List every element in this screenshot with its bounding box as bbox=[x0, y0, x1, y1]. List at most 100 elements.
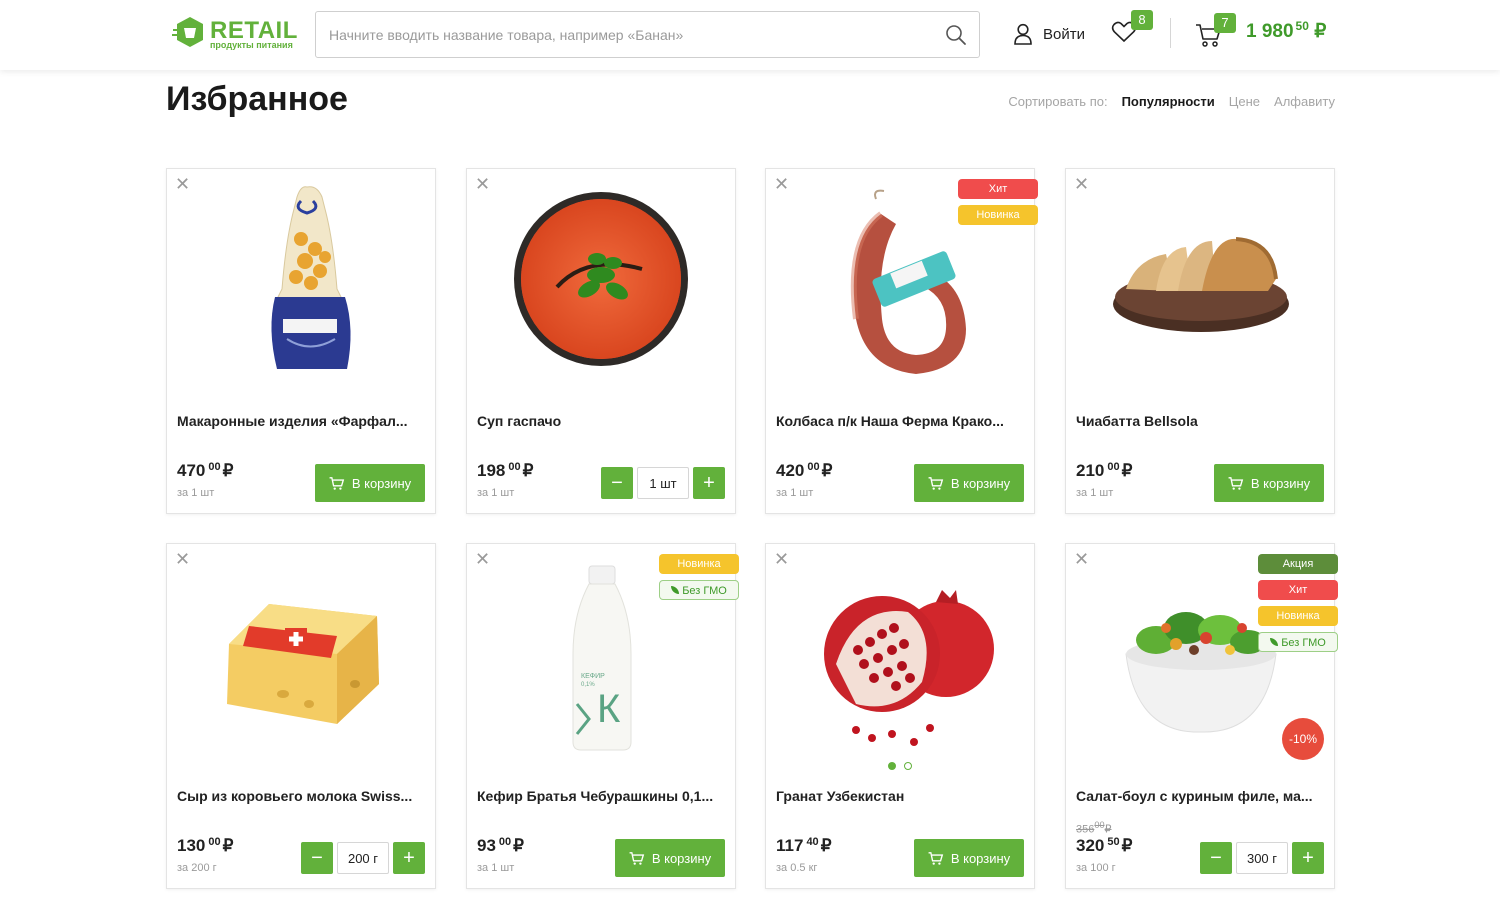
search-icon[interactable] bbox=[945, 24, 967, 46]
gallery-dot-active[interactable] bbox=[888, 762, 896, 770]
cart-button[interactable]: 7 bbox=[1195, 13, 1236, 48]
bottle-letter: К bbox=[597, 687, 621, 731]
product-name[interactable]: Колбаса п/к Наша Ферма Крако... bbox=[776, 413, 1026, 429]
increase-button[interactable]: + bbox=[393, 842, 425, 874]
favorites-button[interactable]: 8 bbox=[1111, 10, 1153, 46]
product-price: 130 00 ₽ bbox=[177, 836, 234, 855]
quantity-value[interactable]: 300 г bbox=[1236, 842, 1288, 874]
tag-sale: Акция bbox=[1258, 554, 1338, 574]
product-name[interactable]: Макаронные изделия «Фарфал... bbox=[177, 413, 427, 429]
gallery-dot[interactable] bbox=[904, 762, 912, 770]
product-card[interactable]: ✕ Суп гаспачо 198 00 ₽ за 1 шт − 1 шт + bbox=[466, 168, 736, 514]
cart-total-cents: 50 bbox=[1295, 19, 1309, 33]
product-unit: за 1 шт bbox=[177, 487, 215, 499]
header: RETAIL продукты питания Войти 8 7 1 9805… bbox=[0, 0, 1500, 70]
decrease-button[interactable]: − bbox=[301, 842, 333, 874]
add-to-cart-button[interactable]: В корзину bbox=[615, 839, 725, 877]
decrease-button[interactable]: − bbox=[1200, 842, 1232, 874]
product-unit: за 1 шт bbox=[776, 487, 814, 499]
product-card[interactable]: ✕ Сыр из коровьего молока Swiss... 130 00… bbox=[166, 543, 436, 889]
sort-option-price[interactable]: Цене bbox=[1229, 94, 1260, 109]
currency-sign: ₽ bbox=[1314, 21, 1327, 42]
tag-new: Новинка bbox=[1258, 606, 1338, 626]
sort-bar: Сортировать по: Популярности Цене Алфави… bbox=[1008, 94, 1335, 109]
product-price: 198 00 ₽ bbox=[477, 461, 534, 480]
remove-favorite-icon[interactable]: ✕ bbox=[774, 550, 789, 568]
remove-favorite-icon[interactable]: ✕ bbox=[175, 550, 190, 568]
product-name[interactable]: Суп гаспачо bbox=[477, 413, 727, 429]
product-name[interactable]: Сыр из коровьего молока Swiss... bbox=[177, 788, 427, 804]
remove-favorite-icon[interactable]: ✕ bbox=[774, 175, 789, 193]
cart-total-main: 1 980 bbox=[1246, 21, 1294, 42]
cart-count-badge: 7 bbox=[1214, 13, 1236, 33]
remove-favorite-icon[interactable]: ✕ bbox=[1074, 175, 1089, 193]
tag-new: Новинка bbox=[659, 554, 739, 574]
product-price: 470 00 ₽ bbox=[177, 461, 234, 480]
product-name[interactable]: Кефир Братья Чебурашкины 0,1... bbox=[477, 788, 727, 804]
product-price: 320 50 ₽ bbox=[1076, 836, 1133, 855]
leaf-icon bbox=[671, 586, 680, 594]
header-divider bbox=[1170, 18, 1171, 48]
sort-label: Сортировать по: bbox=[1008, 94, 1108, 109]
login-label: Войти bbox=[1043, 25, 1085, 43]
product-unit: за 1 шт bbox=[1076, 487, 1114, 499]
bottle-label-text: КЕФИР bbox=[581, 673, 605, 680]
cart-icon bbox=[928, 476, 944, 490]
product-image-ciabatta bbox=[1113, 237, 1289, 332]
sort-option-alphabet[interactable]: Алфавиту bbox=[1274, 94, 1335, 109]
quantity-stepper: − 200 г + bbox=[301, 842, 425, 874]
product-card[interactable]: ✕ Макаронные изделия «Фарфал... 470 00 ₽ з… bbox=[166, 168, 436, 514]
increase-button[interactable]: + bbox=[693, 467, 725, 499]
remove-favorite-icon[interactable]: ✕ bbox=[475, 175, 490, 193]
product-card[interactable]: ✕ Гранат Узбекистан 117 40 ₽ за 0.5 кг В к… bbox=[765, 543, 1035, 889]
product-image-pasta bbox=[271, 186, 351, 369]
search-input[interactable] bbox=[316, 12, 936, 57]
product-unit: за 1 шт bbox=[477, 487, 515, 499]
product-price: 93 00 ₽ bbox=[477, 836, 524, 855]
cart-icon bbox=[629, 851, 645, 865]
quantity-value[interactable]: 200 г bbox=[337, 842, 389, 874]
add-to-cart-button[interactable]: В корзину bbox=[315, 464, 425, 502]
product-name[interactable]: Салат-боул с куриным филе, ма... bbox=[1076, 788, 1326, 804]
product-unit: за 100 г bbox=[1076, 862, 1116, 874]
product-image-pomegranate bbox=[824, 590, 994, 746]
tag-no-gmo: Без ГМО bbox=[659, 580, 739, 600]
bottle-fat-text: 0,1% bbox=[581, 682, 595, 688]
leaf-icon bbox=[1270, 638, 1279, 646]
remove-favorite-icon[interactable]: ✕ bbox=[1074, 550, 1089, 568]
product-name[interactable]: Гранат Узбекистан bbox=[776, 788, 1026, 804]
product-old-price: 35600₽ bbox=[1076, 820, 1112, 836]
product-unit: за 0.5 кг bbox=[776, 862, 818, 874]
product-name[interactable]: Чиабатта Bellsola bbox=[1076, 413, 1326, 429]
quantity-value[interactable]: 1 шт bbox=[637, 467, 689, 499]
increase-button[interactable]: + bbox=[1292, 842, 1324, 874]
tag-hit: Хит bbox=[958, 179, 1038, 199]
tag-no-gmo: Без ГМО bbox=[1258, 632, 1338, 652]
sort-option-popularity[interactable]: Популярности bbox=[1122, 94, 1215, 109]
user-icon bbox=[1014, 23, 1032, 45]
product-unit: за 1 шт bbox=[477, 862, 515, 874]
discount-badge: -10% bbox=[1282, 718, 1324, 760]
logo[interactable]: RETAIL продукты питания bbox=[172, 14, 302, 54]
product-unit: за 200 г bbox=[177, 862, 217, 874]
quantity-stepper: − 1 шт + bbox=[601, 467, 725, 499]
add-to-cart-button[interactable]: В корзину bbox=[1214, 464, 1324, 502]
product-card[interactable]: ✕ КЕФИР 0,1% К Новинка Без ГМО Кефир Бра… bbox=[466, 543, 739, 889]
login-button[interactable]: Войти bbox=[1013, 22, 1085, 46]
add-to-cart-button[interactable]: В корзину bbox=[914, 464, 1024, 502]
remove-favorite-icon[interactable]: ✕ bbox=[475, 550, 490, 568]
product-price: 210 00 ₽ bbox=[1076, 461, 1133, 480]
product-card[interactable]: ✕ Хит Новинка Колбаса п/к Наша Ферма Кра… bbox=[765, 168, 1038, 514]
tag-hit: Хит bbox=[1258, 580, 1338, 600]
cart-total[interactable]: 1 980 50 ₽ bbox=[1246, 19, 1327, 43]
logo-icon bbox=[172, 17, 203, 47]
remove-favorite-icon[interactable]: ✕ bbox=[175, 175, 190, 193]
favorites-count-badge: 8 bbox=[1131, 10, 1153, 30]
product-card[interactable]: ✕ Акция Хит Новинка Без ГМО -10% Салат-б… bbox=[1065, 543, 1338, 889]
decrease-button[interactable]: − bbox=[601, 467, 633, 499]
logo-subtitle: продукты питания bbox=[210, 40, 293, 50]
cart-icon bbox=[928, 851, 944, 865]
add-to-cart-button[interactable]: В корзину bbox=[914, 839, 1024, 877]
product-card[interactable]: ✕ Чиабатта Bellsola 210 00 ₽ за 1 шт В кор… bbox=[1065, 168, 1335, 514]
product-image-soup bbox=[514, 192, 688, 366]
